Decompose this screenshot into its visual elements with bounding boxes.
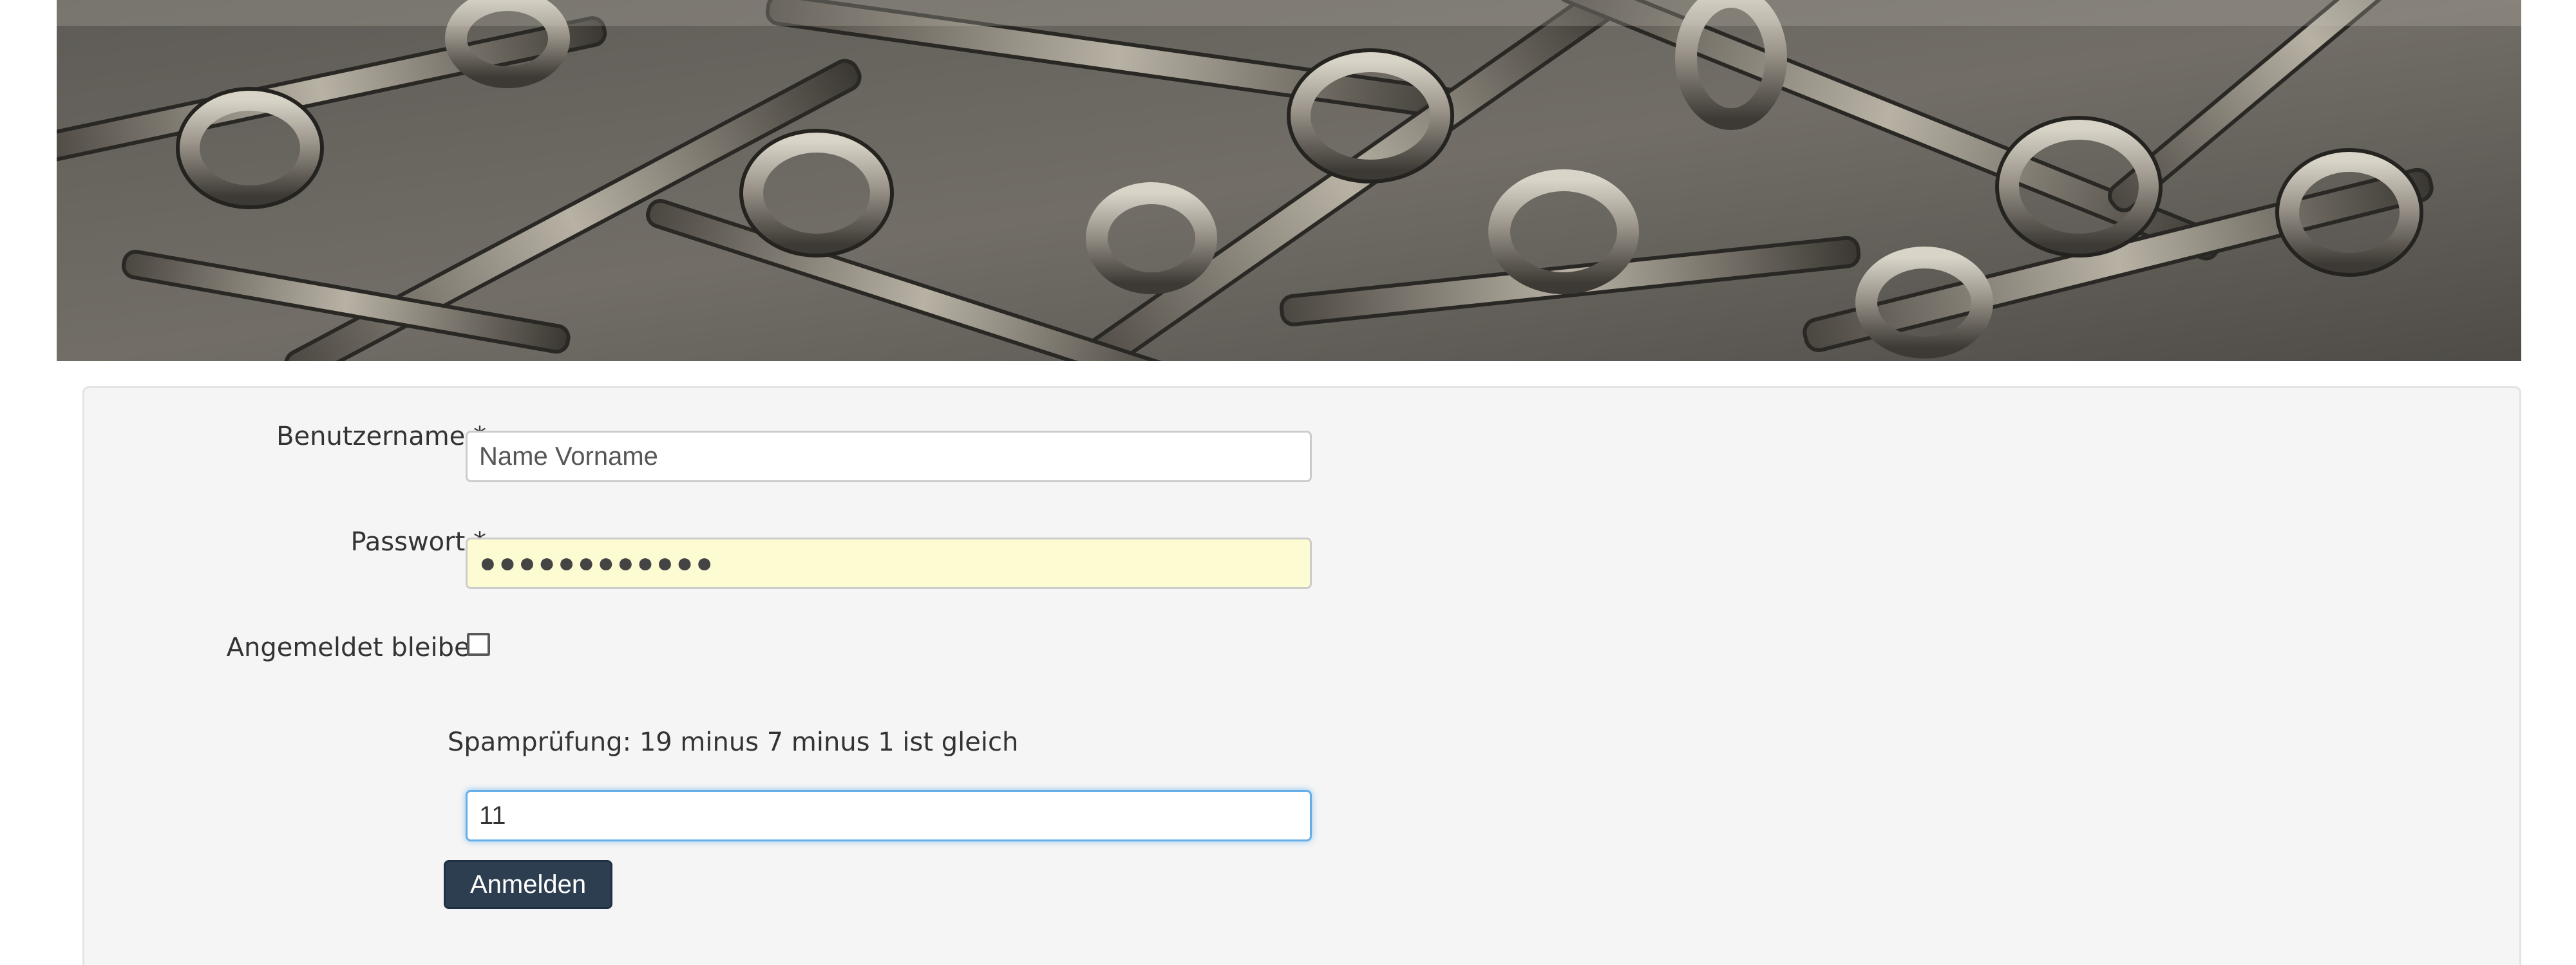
keys-banner-image <box>57 0 2521 361</box>
password-input[interactable] <box>466 538 1312 589</box>
username-input[interactable] <box>466 431 1312 482</box>
remember-me-checkbox[interactable] <box>467 633 490 656</box>
remember-me-label: Angemeldet bleiben <box>226 633 486 662</box>
login-button[interactable]: Anmelden <box>444 860 613 909</box>
login-page: Benutzername * Passwort * Angemeldet ble… <box>0 0 2576 965</box>
spam-check-input[interactable] <box>466 790 1312 841</box>
username-label: Benutzername * <box>276 422 486 451</box>
spam-check-question: Spamprüfung: 19 minus 7 minus 1 ist glei… <box>448 727 1019 757</box>
login-form-panel: Benutzername * Passwort * Angemeldet ble… <box>82 386 2521 965</box>
